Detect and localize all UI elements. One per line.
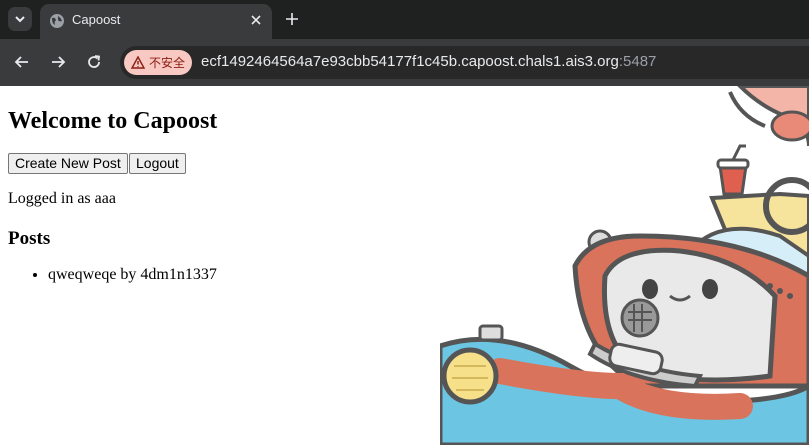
posts-heading: Posts — [8, 228, 51, 249]
security-chip[interactable]: 不安全 — [124, 50, 192, 75]
warning-icon — [131, 56, 145, 69]
tab-title: Capoost — [72, 12, 121, 27]
tab-capoost[interactable]: Capoost — [40, 4, 272, 39]
reload-icon[interactable] — [85, 53, 103, 71]
logout-button[interactable]: Logout — [129, 153, 186, 174]
create-post-button[interactable]: Create New Post — [8, 153, 128, 174]
url-port: :5487 — [618, 53, 657, 70]
tab-search-icon[interactable] — [8, 7, 32, 31]
address-bar[interactable]: 不安全 ecf1492464564a7e93cbb54177f1c45b.cap… — [120, 46, 809, 79]
url-text[interactable]: ecf1492464564a7e93cbb54177f1c45b.capoost… — [201, 53, 656, 70]
url-host: ecf1492464564a7e93cbb54177f1c45b.capoost… — [201, 53, 619, 70]
security-label: 不安全 — [149, 56, 186, 70]
close-icon[interactable] — [248, 12, 264, 28]
capoo-car-illustration — [440, 86, 809, 445]
page-content: Welcome to Capoost Create New Post Logou… — [0, 86, 809, 445]
plus-icon[interactable] — [284, 11, 300, 27]
posts-list: qweqweqe by 4dm1n1337 — [8, 266, 217, 284]
back-arrow-icon[interactable] — [13, 53, 31, 71]
page-title: Welcome to Capoost — [8, 108, 218, 134]
forward-arrow-icon[interactable] — [49, 53, 67, 71]
post-item[interactable]: qweqweqe by 4dm1n1337 — [48, 266, 217, 284]
tab-strip: Capoost — [0, 0, 809, 39]
browser-toolbar: 不安全 ecf1492464564a7e93cbb54177f1c45b.cap… — [0, 39, 809, 86]
globe-icon — [50, 14, 64, 28]
logged-in-status: Logged in as aaa — [8, 190, 116, 207]
